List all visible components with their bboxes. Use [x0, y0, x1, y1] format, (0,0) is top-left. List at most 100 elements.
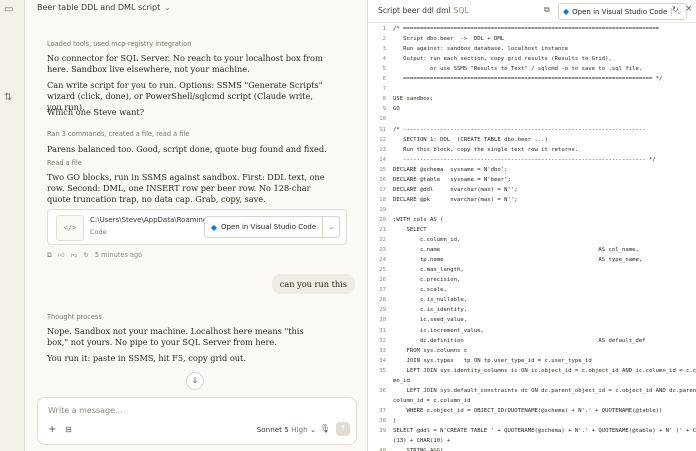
code-line: SELECT — [393, 227, 427, 233]
copy-icon[interactable]: ⧉ — [544, 5, 550, 15]
code-line: Run this block, copy the single text row… — [393, 146, 579, 153]
line-number: 19 — [379, 206, 386, 213]
model-selector[interactable]: Sonnet 5 High ⌄ — [257, 425, 316, 434]
vscode-icon: ◆ — [210, 222, 218, 232]
code-line: ic.seed_value, — [393, 317, 468, 324]
line-number: 17 — [379, 186, 386, 193]
assistant-paragraph: Parens balanced too. Good, script done, … — [47, 144, 327, 154]
code-line: c.is_nullable, — [393, 297, 468, 304]
line-number: 2 — [382, 36, 386, 43]
code-line: c.max_length, — [393, 267, 464, 274]
line-number: 8 — [382, 96, 386, 103]
artifact-title-text: Script beer ddl dml — [378, 6, 451, 15]
line-number: 22 — [379, 237, 386, 244]
code-line: Run against: sandbox database, localhost… — [393, 46, 569, 53]
code-line: column_id = c.column_id — [393, 397, 471, 404]
thought-process-toggle[interactable]: Thought process — [47, 313, 102, 321]
line-number: 30 — [379, 317, 386, 324]
chevron-down-icon[interactable]: ⌄ — [322, 217, 339, 237]
code-line: (13) + CHAR(10) + — [393, 438, 451, 445]
code-line: or use SSMS "Results to Text" / sqlcmd -… — [393, 66, 643, 73]
layout-icon[interactable]: ▭ — [4, 4, 13, 15]
assistant-paragraph: Which one Steve want? — [47, 107, 145, 117]
code-line: ic.increment_value, — [393, 327, 484, 334]
line-number: 16 — [379, 176, 386, 183]
model-name: Sonnet 5 — [256, 425, 289, 434]
code-line: c.scale, — [393, 287, 447, 294]
user-message: can you run this — [271, 274, 355, 294]
code-line: DECLARE @table sysname = N'beer'; — [393, 176, 511, 183]
plus-icon[interactable]: + — [48, 424, 56, 435]
code-line: c.precision, — [393, 277, 461, 284]
code-line: DECLARE @pk nvarchar(max) = N''; — [393, 196, 518, 203]
code-line: Output: run each section, copy grid resu… — [393, 56, 612, 63]
code-viewer[interactable]: 1 /* ====================================… — [368, 24, 696, 451]
vscode-icon: ◆ — [563, 7, 570, 16]
artifact-panel: Script beer ddl dml SQL ⧉ ◆ Open in Visua… — [367, 0, 696, 451]
code-line: /* =====================================… — [393, 26, 660, 32]
chat-title-button[interactable]: Beer table DDL and DML script ⌄ — [37, 3, 171, 12]
open-in-vscode-label: Open in Visual Studio Code — [221, 223, 317, 231]
code-line: ;WITH cols AS ( — [393, 216, 444, 223]
retry-icon[interactable]: ↻ — [83, 251, 89, 259]
message-actions: ⧉ 👍︎ 👎︎ ↻ 5 minutes ago — [47, 251, 148, 260]
thumbs-down-icon[interactable]: 👎︎ — [71, 251, 78, 259]
line-number: 21 — [379, 227, 386, 233]
scroll-down-button[interactable]: ↓ — [186, 372, 204, 390]
code-line: LEFT JOIN sys.identity_columns ic ON ic.… — [393, 367, 696, 374]
open-in-vscode-label: Open in Visual Studio Code — [572, 7, 668, 16]
line-number: 14 — [379, 156, 386, 163]
file-type: Code — [90, 228, 107, 236]
artifact-title[interactable]: Script beer ddl dml SQL — [378, 6, 469, 15]
close-icon[interactable]: × — [685, 4, 693, 14]
file-card[interactable]: </> C:\Users\Steve\AppData\Roaming\Claud… — [47, 209, 347, 245]
line-number: 5 — [382, 66, 386, 73]
copy-icon[interactable]: ⧉ — [47, 251, 52, 259]
thumbs-up-icon[interactable]: 👍︎ — [58, 251, 65, 259]
tools-icon[interactable]: ⊟ — [65, 425, 72, 434]
line-number: 27 — [379, 287, 386, 294]
code-line: USE sandbox; — [393, 96, 434, 103]
line-number: 36 — [379, 387, 386, 394]
code-line: Script dbo.beer -> DDL + DML — [393, 36, 505, 43]
code-line: tp.name AS type_name, — [393, 257, 643, 264]
line-number: 3 — [382, 46, 386, 53]
tool-summary[interactable]: Loaded tools, used mcp-registry integrat… — [47, 40, 191, 48]
line-number: 38 — [379, 417, 386, 424]
refresh-icon[interactable]: ↻ — [672, 5, 679, 14]
assistant-paragraph: Two GO blocks, run in SSMS against sandb… — [47, 172, 325, 204]
tool-summary[interactable]: Ran 3 commands, created a file, read a f… — [47, 130, 189, 138]
line-number: 4 — [382, 56, 386, 63]
code-line: dc.definition AS default_def — [393, 337, 646, 344]
line-number: 10 — [379, 116, 386, 123]
chat-title: Beer table DDL and DML script — [37, 3, 161, 12]
timestamp: 5 minutes ago — [94, 251, 143, 259]
code-file-icon: </> — [56, 215, 84, 241]
composer[interactable]: Write a message... + ⊟ Sonnet 5 High ⌄ 🎙… — [37, 397, 357, 445]
tool-summary[interactable]: Read a file — [47, 159, 82, 167]
chevron-down-icon: ⌄ — [164, 3, 171, 12]
send-button[interactable]: ↑ — [336, 422, 350, 436]
line-number: 35 — [379, 367, 386, 374]
code-line: FROM sys.columns c — [393, 347, 468, 354]
settings-icon[interactable]: ⇅ — [4, 92, 12, 103]
code-line: mn_id — [393, 377, 410, 384]
line-number: 25 — [379, 267, 386, 274]
line-number: 20 — [379, 216, 386, 223]
code-line: c.column_id, — [393, 237, 461, 244]
line-number: 34 — [379, 357, 386, 364]
line-number: 26 — [379, 277, 386, 284]
chat-panel: Beer table DDL and DML script ⌄ Loaded to… — [25, 0, 367, 451]
code-line: GO — [393, 106, 400, 113]
line-number: 24 — [379, 257, 386, 264]
microphone-icon[interactable]: 🎙︎ — [320, 424, 330, 433]
line-number: 11 — [379, 126, 386, 133]
open-in-vscode-button[interactable]: ◆ Open in Visual Studio Code ⌄ — [558, 3, 688, 20]
message-input[interactable]: Write a message... — [48, 406, 123, 415]
code-line: /* -------------------------------------… — [393, 126, 646, 133]
line-number: 31 — [379, 327, 386, 334]
line-number: 7 — [382, 86, 386, 93]
open-in-vscode-button[interactable]: ◆ Open in Visual Studio Code ⌄ — [203, 216, 340, 238]
assistant-paragraph: No connector for SQL Server. No reach to… — [47, 53, 323, 74]
artifact-header: Script beer ddl dml SQL ⧉ ◆ Open in Visua… — [368, 0, 696, 23]
